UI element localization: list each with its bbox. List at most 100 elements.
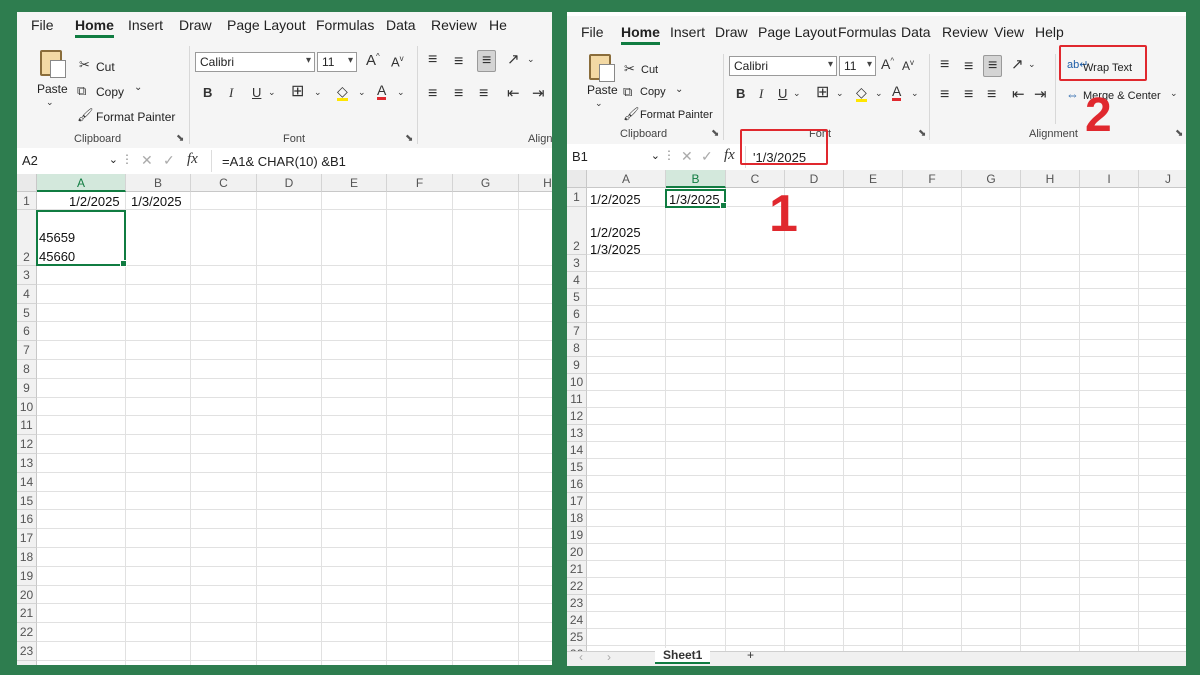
- column-header-i[interactable]: I: [1080, 170, 1139, 188]
- row-header-14[interactable]: 14: [17, 472, 37, 492]
- font-size-select[interactable]: 11 ▾: [317, 52, 357, 72]
- column-header-h[interactable]: H: [519, 174, 552, 192]
- fill-color-icon[interactable]: ◇: [856, 85, 867, 102]
- chevron-down-icon[interactable]: ⌄: [875, 89, 883, 98]
- tab-draw[interactable]: Draw: [715, 24, 748, 40]
- cut-button[interactable]: Cut: [641, 64, 658, 76]
- tab-file[interactable]: File: [31, 17, 54, 33]
- chevron-down-icon[interactable]: ⌄: [911, 89, 919, 98]
- row-header-13[interactable]: 13: [567, 425, 587, 442]
- scissors-icon[interactable]: ✂: [624, 62, 635, 75]
- select-all-corner[interactable]: [567, 170, 587, 188]
- row-header-12[interactable]: 12: [17, 435, 37, 454]
- row-header-4[interactable]: 4: [567, 272, 587, 289]
- tab-formulas[interactable]: Formulas: [838, 24, 896, 40]
- row-header-16[interactable]: 16: [17, 510, 37, 530]
- chevron-down-icon[interactable]: ⌄: [134, 83, 142, 93]
- align-center-icon[interactable]: ≡: [964, 87, 973, 103]
- cut-button[interactable]: Cut: [96, 60, 115, 74]
- chevron-down-icon[interactable]: ⌄: [314, 88, 322, 97]
- chevron-down-icon[interactable]: ⌄: [527, 55, 535, 64]
- tab-home[interactable]: Home: [75, 17, 114, 38]
- merge-center-icon[interactable]: ⇔: [1066, 88, 1079, 101]
- orientation-icon[interactable]: ↗: [1011, 57, 1024, 72]
- decrease-indent-icon[interactable]: ⇤: [1012, 87, 1025, 102]
- scissors-icon[interactable]: ✂: [79, 58, 90, 71]
- column-header-e[interactable]: E: [844, 170, 903, 188]
- tab-page-layout[interactable]: Page Layout: [227, 17, 306, 33]
- chevron-down-icon[interactable]: ⌄: [358, 88, 366, 97]
- row-header-11[interactable]: 11: [17, 416, 37, 436]
- row-header-22[interactable]: 22: [567, 578, 587, 595]
- enter-icon[interactable]: ✓: [163, 153, 175, 167]
- chevron-down-icon[interactable]: ⌄: [595, 99, 603, 108]
- copy-icon[interactable]: ⧉: [623, 85, 632, 98]
- increase-font-size-icon[interactable]: A^: [881, 57, 894, 71]
- row-header-21[interactable]: 21: [567, 561, 587, 578]
- dialog-launcher-icon[interactable]: ⬊: [918, 128, 926, 139]
- row-header-8[interactable]: 8: [17, 360, 37, 379]
- format-painter-icon[interactable]: 🖌: [623, 107, 640, 120]
- cancel-icon[interactable]: ✕: [681, 149, 693, 163]
- copy-icon[interactable]: ⧉: [77, 84, 86, 97]
- increase-indent-icon[interactable]: ⇥: [1034, 87, 1047, 102]
- decrease-font-size-icon[interactable]: Av: [391, 55, 404, 69]
- tab-review[interactable]: Review: [942, 24, 988, 40]
- dialog-launcher-icon[interactable]: ⬊: [405, 133, 413, 144]
- tab-help[interactable]: Help: [1035, 24, 1064, 40]
- active-cell-a2[interactable]: [36, 210, 127, 267]
- name-box[interactable]: A2 ⌄: [22, 153, 120, 168]
- column-header-f[interactable]: F: [387, 174, 453, 192]
- row-header-21[interactable]: 21: [17, 604, 37, 624]
- row-header-14[interactable]: 14: [567, 442, 587, 459]
- row-header-17[interactable]: 17: [567, 493, 587, 510]
- font-color-icon[interactable]: A: [892, 84, 902, 101]
- sheet-tab-sheet1[interactable]: Sheet1: [655, 648, 711, 664]
- tab-insert[interactable]: Insert: [670, 24, 705, 40]
- align-middle-icon[interactable]: ≡: [964, 59, 973, 75]
- chevron-down-icon[interactable]: ⌄: [268, 88, 276, 97]
- row-header-19[interactable]: 19: [567, 527, 587, 544]
- align-right-icon[interactable]: ≡: [987, 87, 996, 103]
- underline-button[interactable]: U: [252, 86, 261, 99]
- column-header-a[interactable]: A: [587, 170, 666, 188]
- chevron-down-icon[interactable]: ⌄: [397, 88, 405, 97]
- row-header-1[interactable]: 1: [567, 188, 587, 207]
- row-header-10[interactable]: 10: [17, 397, 37, 417]
- borders-icon[interactable]: ⊞: [291, 84, 304, 100]
- decrease-indent-icon[interactable]: ⇤: [507, 86, 520, 101]
- column-header-a[interactable]: A: [37, 174, 126, 192]
- format-painter-icon[interactable]: 🖌: [77, 108, 94, 121]
- active-cell-b1[interactable]: [665, 189, 727, 209]
- enter-icon[interactable]: ✓: [701, 149, 713, 163]
- row-header-17[interactable]: 17: [17, 529, 37, 548]
- tab-home[interactable]: Home: [621, 24, 660, 45]
- row-header-15[interactable]: 15: [567, 459, 587, 476]
- row-header-23[interactable]: 23: [17, 642, 37, 661]
- row-header-6[interactable]: 6: [567, 306, 587, 323]
- chevron-down-icon[interactable]: ⌄: [1170, 89, 1178, 98]
- align-left-icon[interactable]: ≡: [428, 86, 437, 102]
- row-header-1[interactable]: 1: [17, 192, 37, 210]
- column-header-b[interactable]: B: [126, 174, 191, 192]
- column-header-j[interactable]: J: [1139, 170, 1186, 188]
- align-top-icon[interactable]: ≡: [428, 52, 437, 68]
- chevron-down-icon[interactable]: ⌄: [675, 85, 683, 95]
- row-header-20[interactable]: 20: [17, 585, 37, 605]
- insert-function-icon[interactable]: fx: [724, 148, 735, 163]
- italic-button[interactable]: I: [759, 87, 763, 100]
- cell-a1[interactable]: 1/2/2025: [590, 192, 641, 207]
- dialog-launcher-icon[interactable]: ⬊: [1175, 128, 1183, 139]
- formula-input[interactable]: =A1& CHAR(10) &B1: [222, 154, 346, 169]
- column-header-b[interactable]: B: [666, 170, 726, 188]
- align-bottom-icon[interactable]: ≡: [983, 55, 1003, 77]
- row-header-5[interactable]: 5: [567, 289, 587, 306]
- worksheet-grid[interactable]: ABCDEFGH 1 2 3 4 5 6 7 8 9 10 11 12 13 14 15 16 17 18 19 20…: [17, 174, 552, 665]
- copy-button[interactable]: Copy: [96, 85, 124, 99]
- cell-b1[interactable]: 1/3/2025: [131, 194, 182, 209]
- row-header-6[interactable]: 6: [17, 322, 37, 342]
- scroll-left-icon[interactable]: ‹: [579, 650, 583, 664]
- column-header-e[interactable]: E: [322, 174, 387, 192]
- fill-color-icon[interactable]: ◇: [337, 84, 348, 101]
- row-header-5[interactable]: 5: [17, 303, 37, 323]
